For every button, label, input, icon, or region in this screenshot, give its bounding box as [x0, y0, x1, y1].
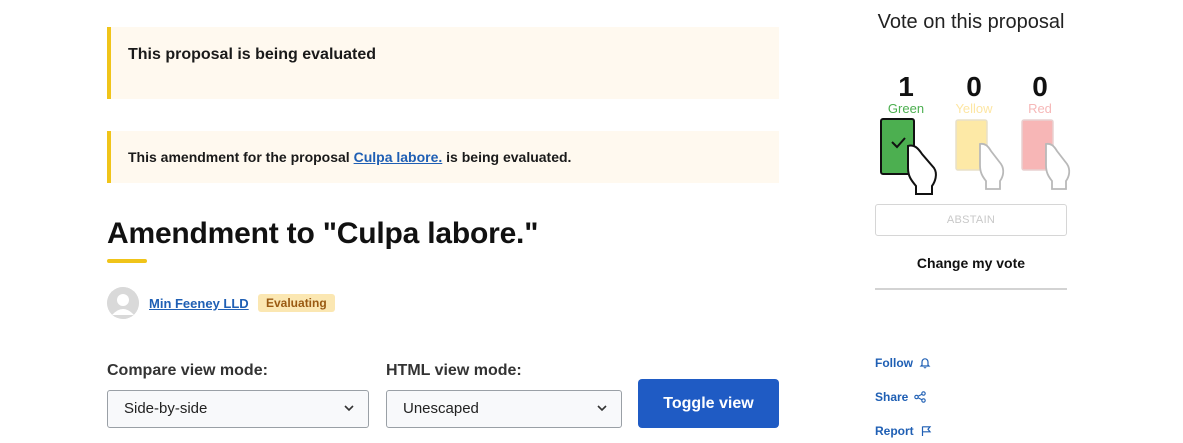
share-label: Share	[875, 390, 909, 404]
author-link[interactable]: Min Feeney LLD	[149, 296, 249, 311]
follow-label: Follow	[875, 356, 913, 370]
compare-view-select[interactable]: Side-by-side	[107, 390, 369, 428]
vote-count-green: 1	[898, 71, 914, 102]
page-title: Amendment to "Culpa labore."	[107, 217, 539, 250]
yellow-card-vote-button[interactable]	[954, 118, 1008, 194]
title-underline	[107, 259, 147, 263]
toggle-view-button[interactable]: Toggle view	[638, 379, 779, 428]
share-link[interactable]: Share	[875, 390, 927, 404]
bell-icon	[919, 358, 931, 369]
abstain-button[interactable]: ABSTAIN	[875, 204, 1067, 236]
share-icon	[914, 391, 927, 403]
status-badge: Evaluating	[258, 294, 335, 312]
html-view-value: Unescaped	[403, 400, 479, 417]
green-card-vote-button[interactable]	[878, 118, 940, 198]
proposal-status-callout: This proposal is being evaluated	[107, 27, 779, 99]
callout-prefix: This amendment for the proposal	[128, 149, 354, 165]
html-view-select[interactable]: Unescaped	[386, 390, 622, 428]
vote-red: 0 Red	[1010, 71, 1070, 117]
flag-icon	[921, 426, 931, 436]
vote-label-red: Red	[1028, 101, 1052, 116]
amendment-status-callout: This amendment for the proposal Culpa la…	[107, 131, 779, 183]
vote-yellow: 0 Yellow	[944, 71, 1004, 117]
compare-view-label: Compare view mode:	[107, 362, 268, 379]
follow-link[interactable]: Follow	[875, 356, 931, 370]
proposal-link[interactable]: Culpa labore.	[354, 149, 443, 165]
chevron-down-icon	[597, 405, 607, 412]
red-card-vote-button[interactable]	[1020, 118, 1074, 194]
report-label: Report	[875, 424, 914, 438]
change-vote-button[interactable]: Change my vote	[875, 255, 1067, 271]
callout-text: This proposal is being evaluated	[128, 46, 377, 63]
report-link[interactable]: Report	[875, 424, 932, 438]
vote-label-green: Green	[887, 101, 925, 116]
callout-text: This amendment for the proposal Culpa la…	[128, 149, 571, 165]
vote-label-yellow: Yellow	[955, 101, 993, 116]
panel-divider	[875, 288, 1067, 290]
avatar[interactable]	[107, 287, 139, 319]
chevron-down-icon	[344, 405, 354, 412]
vote-count-yellow: 0	[966, 71, 982, 102]
user-silhouette-icon	[107, 287, 139, 319]
vote-title: Vote on this proposal	[877, 11, 1065, 33]
vote-count-red: 0	[1032, 71, 1048, 102]
html-view-label: HTML view mode:	[386, 362, 522, 379]
callout-suffix: is being evaluated.	[442, 149, 572, 165]
vote-green: 1 Green	[876, 71, 936, 117]
compare-view-value: Side-by-side	[124, 400, 208, 417]
